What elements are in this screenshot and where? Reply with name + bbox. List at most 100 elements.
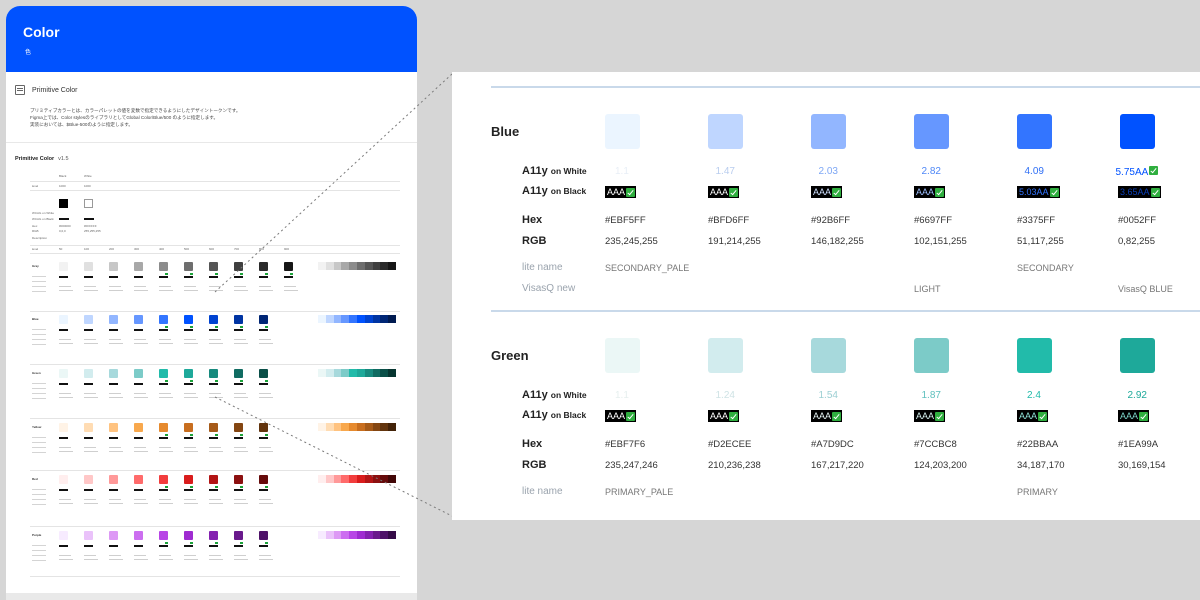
hex-value-placeholder [184, 339, 196, 340]
hex-value-placeholder [84, 339, 96, 340]
contrast-value: AAA [710, 187, 729, 197]
rgb-value-placeholder [134, 343, 148, 344]
color-swatch [134, 369, 143, 378]
a11y-badge [209, 437, 218, 439]
lite-name-value: PRIMARY_PALE [605, 487, 674, 497]
check-icon [1139, 411, 1149, 421]
contrast-on-black: AAA [914, 410, 946, 422]
contrast-value: 2.03 [818, 166, 838, 177]
hex-value-placeholder [234, 286, 246, 287]
hex-value-placeholder [159, 339, 171, 340]
color-swatch [234, 423, 243, 432]
color-swatch [59, 423, 68, 432]
a11y-badge [59, 489, 68, 491]
a11y-badge [109, 545, 118, 547]
level-header-value: 900 [284, 247, 290, 251]
a11y-badge [159, 276, 168, 278]
visasq-new-label: VisasQ new [522, 283, 576, 294]
color-swatch [134, 262, 143, 271]
a11y-badge [184, 329, 193, 331]
a11y-check [265, 273, 268, 275]
a11y-badge [159, 437, 168, 439]
a11y-label-text: A11y [522, 165, 548, 177]
a11y-check [265, 542, 268, 544]
hex-value-placeholder [134, 339, 146, 340]
rgb-value-placeholder [159, 397, 173, 398]
color-swatch-white [84, 199, 93, 208]
a11y-badge [59, 383, 68, 385]
rgb-value-placeholder [134, 397, 148, 398]
bw-header-white: White [84, 174, 92, 178]
a11y-badge [84, 329, 93, 331]
documentation-page-thumbnail: Color 色 Primitive Color プリミティブカラーとは、カラーパ… [6, 6, 417, 600]
check-icon [935, 187, 945, 197]
rgb-value-placeholder [84, 343, 98, 344]
hex-value-placeholder [184, 393, 196, 394]
a11y-badge [84, 218, 94, 220]
a11y-label-suffix: on Black [550, 410, 587, 420]
rgb-value-placeholder [209, 397, 223, 398]
a11y-label-suffix: on Black [550, 186, 587, 196]
rgb-value: 235,247,246 [605, 460, 658, 471]
color-swatch [234, 262, 243, 271]
family-name: Purple [32, 533, 42, 537]
page-header: Color 色 [6, 6, 417, 72]
hex-value-placeholder [259, 447, 271, 448]
a11y-check [165, 380, 168, 382]
rgb-value: 210,236,238 [708, 460, 761, 471]
a11y-check [265, 434, 268, 436]
a11y-check [215, 434, 218, 436]
a11y-badge [59, 437, 68, 439]
a11y-badge [259, 545, 268, 547]
color-swatch [1120, 338, 1155, 373]
divider [30, 181, 400, 182]
color-swatch [234, 475, 243, 484]
rgb-value-placeholder [259, 290, 273, 291]
gradient-strip-cell [388, 475, 397, 483]
bw-row-label: RGB [32, 229, 39, 233]
a11y-badge [159, 383, 168, 385]
contrast-on-black: AAA [914, 186, 946, 198]
hex-value-placeholder [284, 286, 296, 287]
a11y-check [240, 380, 243, 382]
color-swatch [1120, 114, 1155, 149]
divider [30, 190, 400, 191]
contrast-on-black: AAA [605, 186, 637, 198]
color-swatch [234, 315, 243, 324]
a11y-badge [184, 276, 193, 278]
a11y-check [265, 486, 268, 488]
contrast-on-white: 1.1 [615, 390, 629, 401]
contrast-value: 5.03AA [1019, 187, 1049, 197]
color-swatch [134, 423, 143, 432]
a11y-badge [134, 437, 143, 439]
hex-value: #1EA99A [1118, 439, 1159, 450]
contrast-value: AAA [916, 187, 935, 197]
color-swatch [159, 262, 168, 271]
rgb-value-placeholder [109, 290, 123, 291]
bw-hex-white: #FFFFFF [84, 224, 97, 228]
contrast-value: 1.87 [921, 390, 941, 401]
hex-value-placeholder [234, 447, 246, 448]
rgb-value-placeholder [84, 503, 98, 504]
color-swatch [59, 531, 68, 540]
rgb-value-placeholder [109, 559, 123, 560]
color-swatch [109, 369, 118, 378]
contrast-on-white: 4.09 [1025, 166, 1044, 177]
rgb-value: 34,187,170 [1017, 460, 1065, 471]
a11y-check [215, 273, 218, 275]
divider [30, 364, 400, 365]
contrast-on-black: 3.65AA [1118, 186, 1161, 198]
color-swatch [209, 262, 218, 271]
a11y-check [215, 486, 218, 488]
contrast-value: AAA [813, 411, 832, 421]
hex-value-placeholder [109, 447, 121, 448]
hex-value-placeholder [134, 393, 146, 394]
color-swatch [84, 423, 93, 432]
rgb-value-placeholder [234, 397, 248, 398]
color-swatch [284, 262, 293, 271]
rgb-value-placeholder [184, 290, 198, 291]
bw-level-white: 1000 [84, 184, 91, 188]
rgb-value-placeholder [234, 503, 248, 504]
a11y-check [240, 434, 243, 436]
rgb-value-placeholder [159, 343, 173, 344]
